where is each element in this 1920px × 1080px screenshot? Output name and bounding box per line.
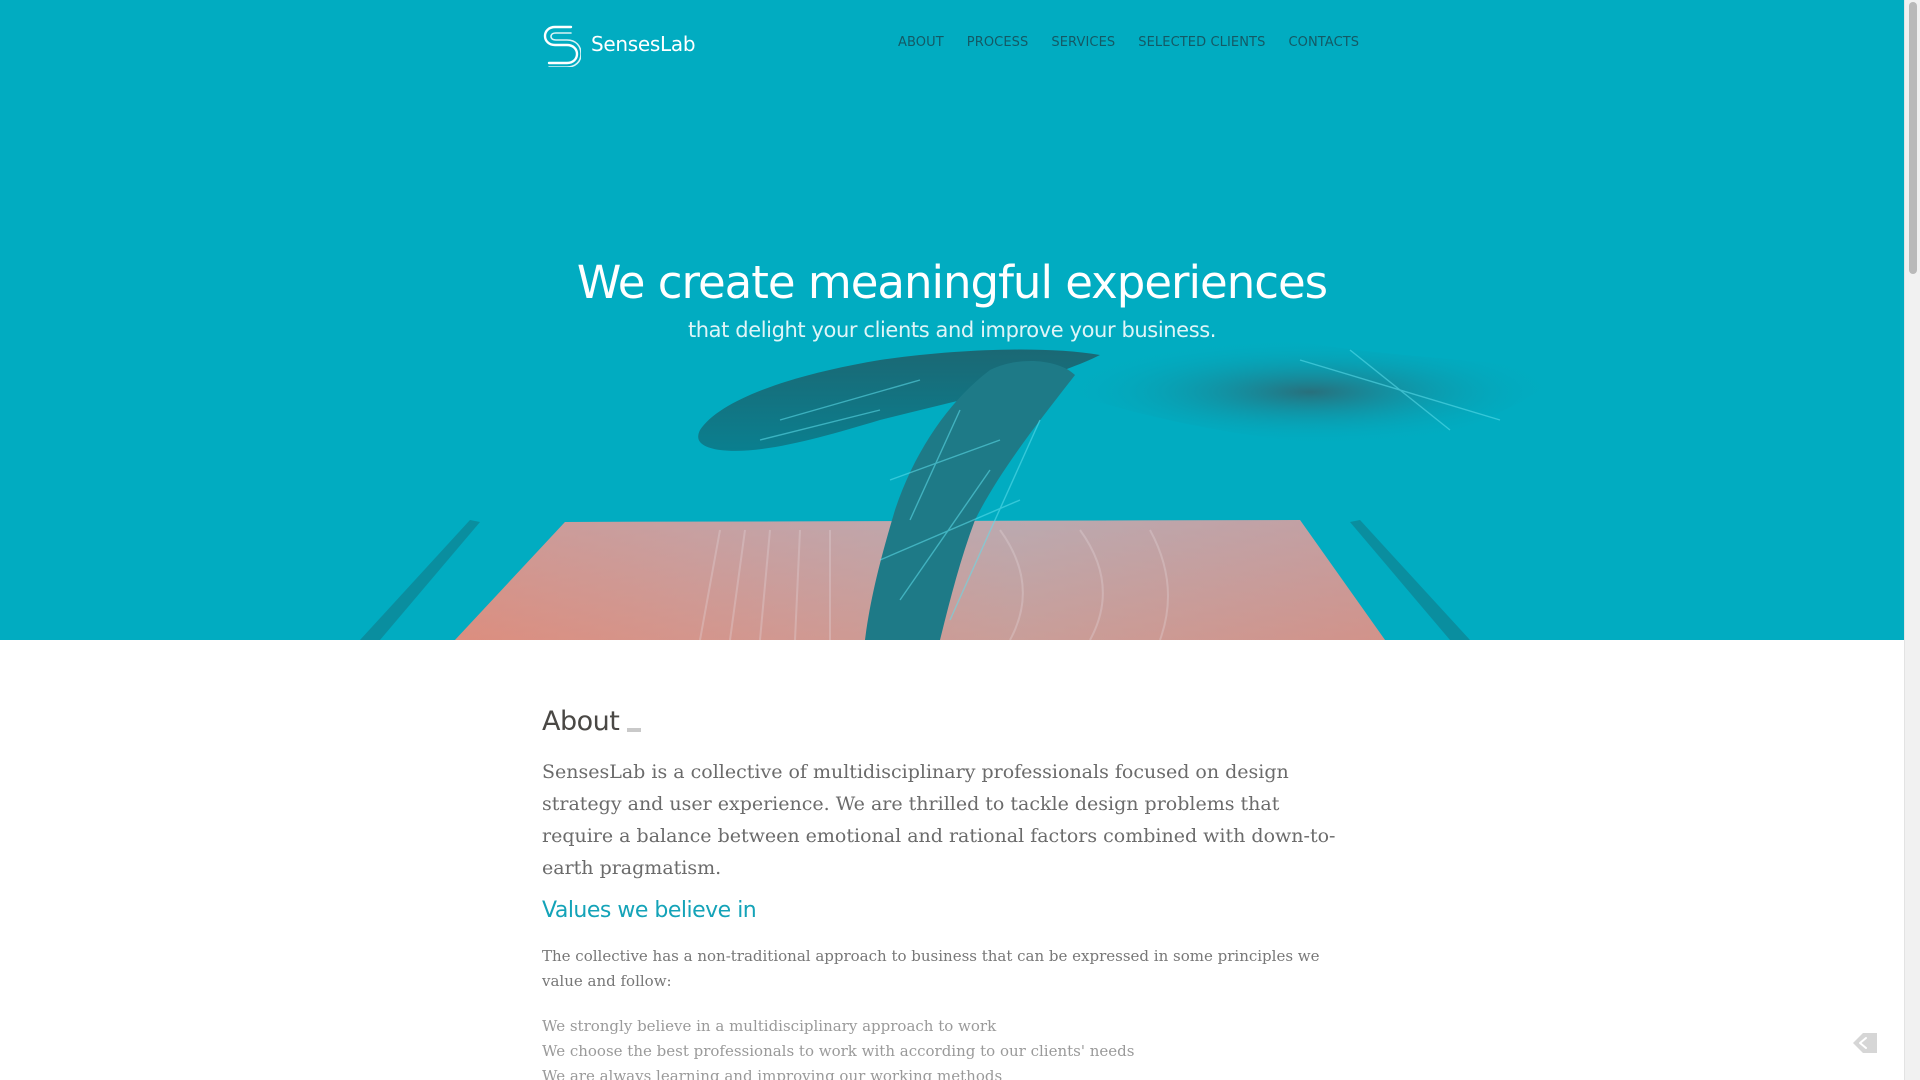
about-heading: About [542, 706, 642, 737]
nav-contacts[interactable]: CONTACTS [1288, 35, 1359, 50]
page: SensesLab ABOUT PROCESS SERVICES SELECTE… [0, 0, 1920, 1080]
nav-process[interactable]: PROCESS [967, 35, 1029, 50]
scrollbar-thumb[interactable] [1909, 2, 1917, 274]
vertical-scrollbar[interactable] [1904, 0, 1920, 1080]
values-heading: Values we believe in [542, 898, 757, 923]
hero-title: We create meaningful experiences [576, 256, 1328, 309]
hero-section: SensesLab ABOUT PROCESS SERVICES SELECTE… [0, 0, 1904, 640]
senseslab-logo-icon [543, 25, 581, 67]
list-item: We are always learning and improving our… [542, 1067, 1003, 1080]
about-text: SensesLab is a collective of multidiscip… [542, 761, 1336, 879]
values-list: We strongly believe in a multidisciplina… [542, 1014, 1134, 1080]
hero-subtitle: that delight your clients and improve yo… [687, 318, 1217, 342]
brand-logo[interactable]: SensesLab [541, 20, 696, 68]
nav-services[interactable]: SERVICES [1051, 35, 1115, 50]
list-item: We choose the best professionals to work… [542, 1042, 1135, 1060]
viewport: SensesLab ABOUT PROCESS SERVICES SELECTE… [0, 0, 1904, 1080]
site-header: SensesLab ABOUT PROCESS SERVICES SELECTE… [0, 0, 1904, 90]
heading-dash [627, 728, 642, 732]
nav-selected-clients[interactable]: SELECTED CLIENTS [1138, 35, 1265, 50]
about-heading-text: About [542, 706, 620, 737]
values-intro: The collective has a non-traditional app… [542, 947, 1320, 990]
tag-icon[interactable] [1851, 1030, 1879, 1056]
nav-about[interactable]: ABOUT [898, 35, 944, 50]
main-nav: ABOUT PROCESS SERVICES SELECTED CLIENTS … [898, 35, 1359, 50]
list-item: We strongly believe in a multidisciplina… [542, 1017, 997, 1035]
brand-name: SensesLab [591, 32, 696, 56]
